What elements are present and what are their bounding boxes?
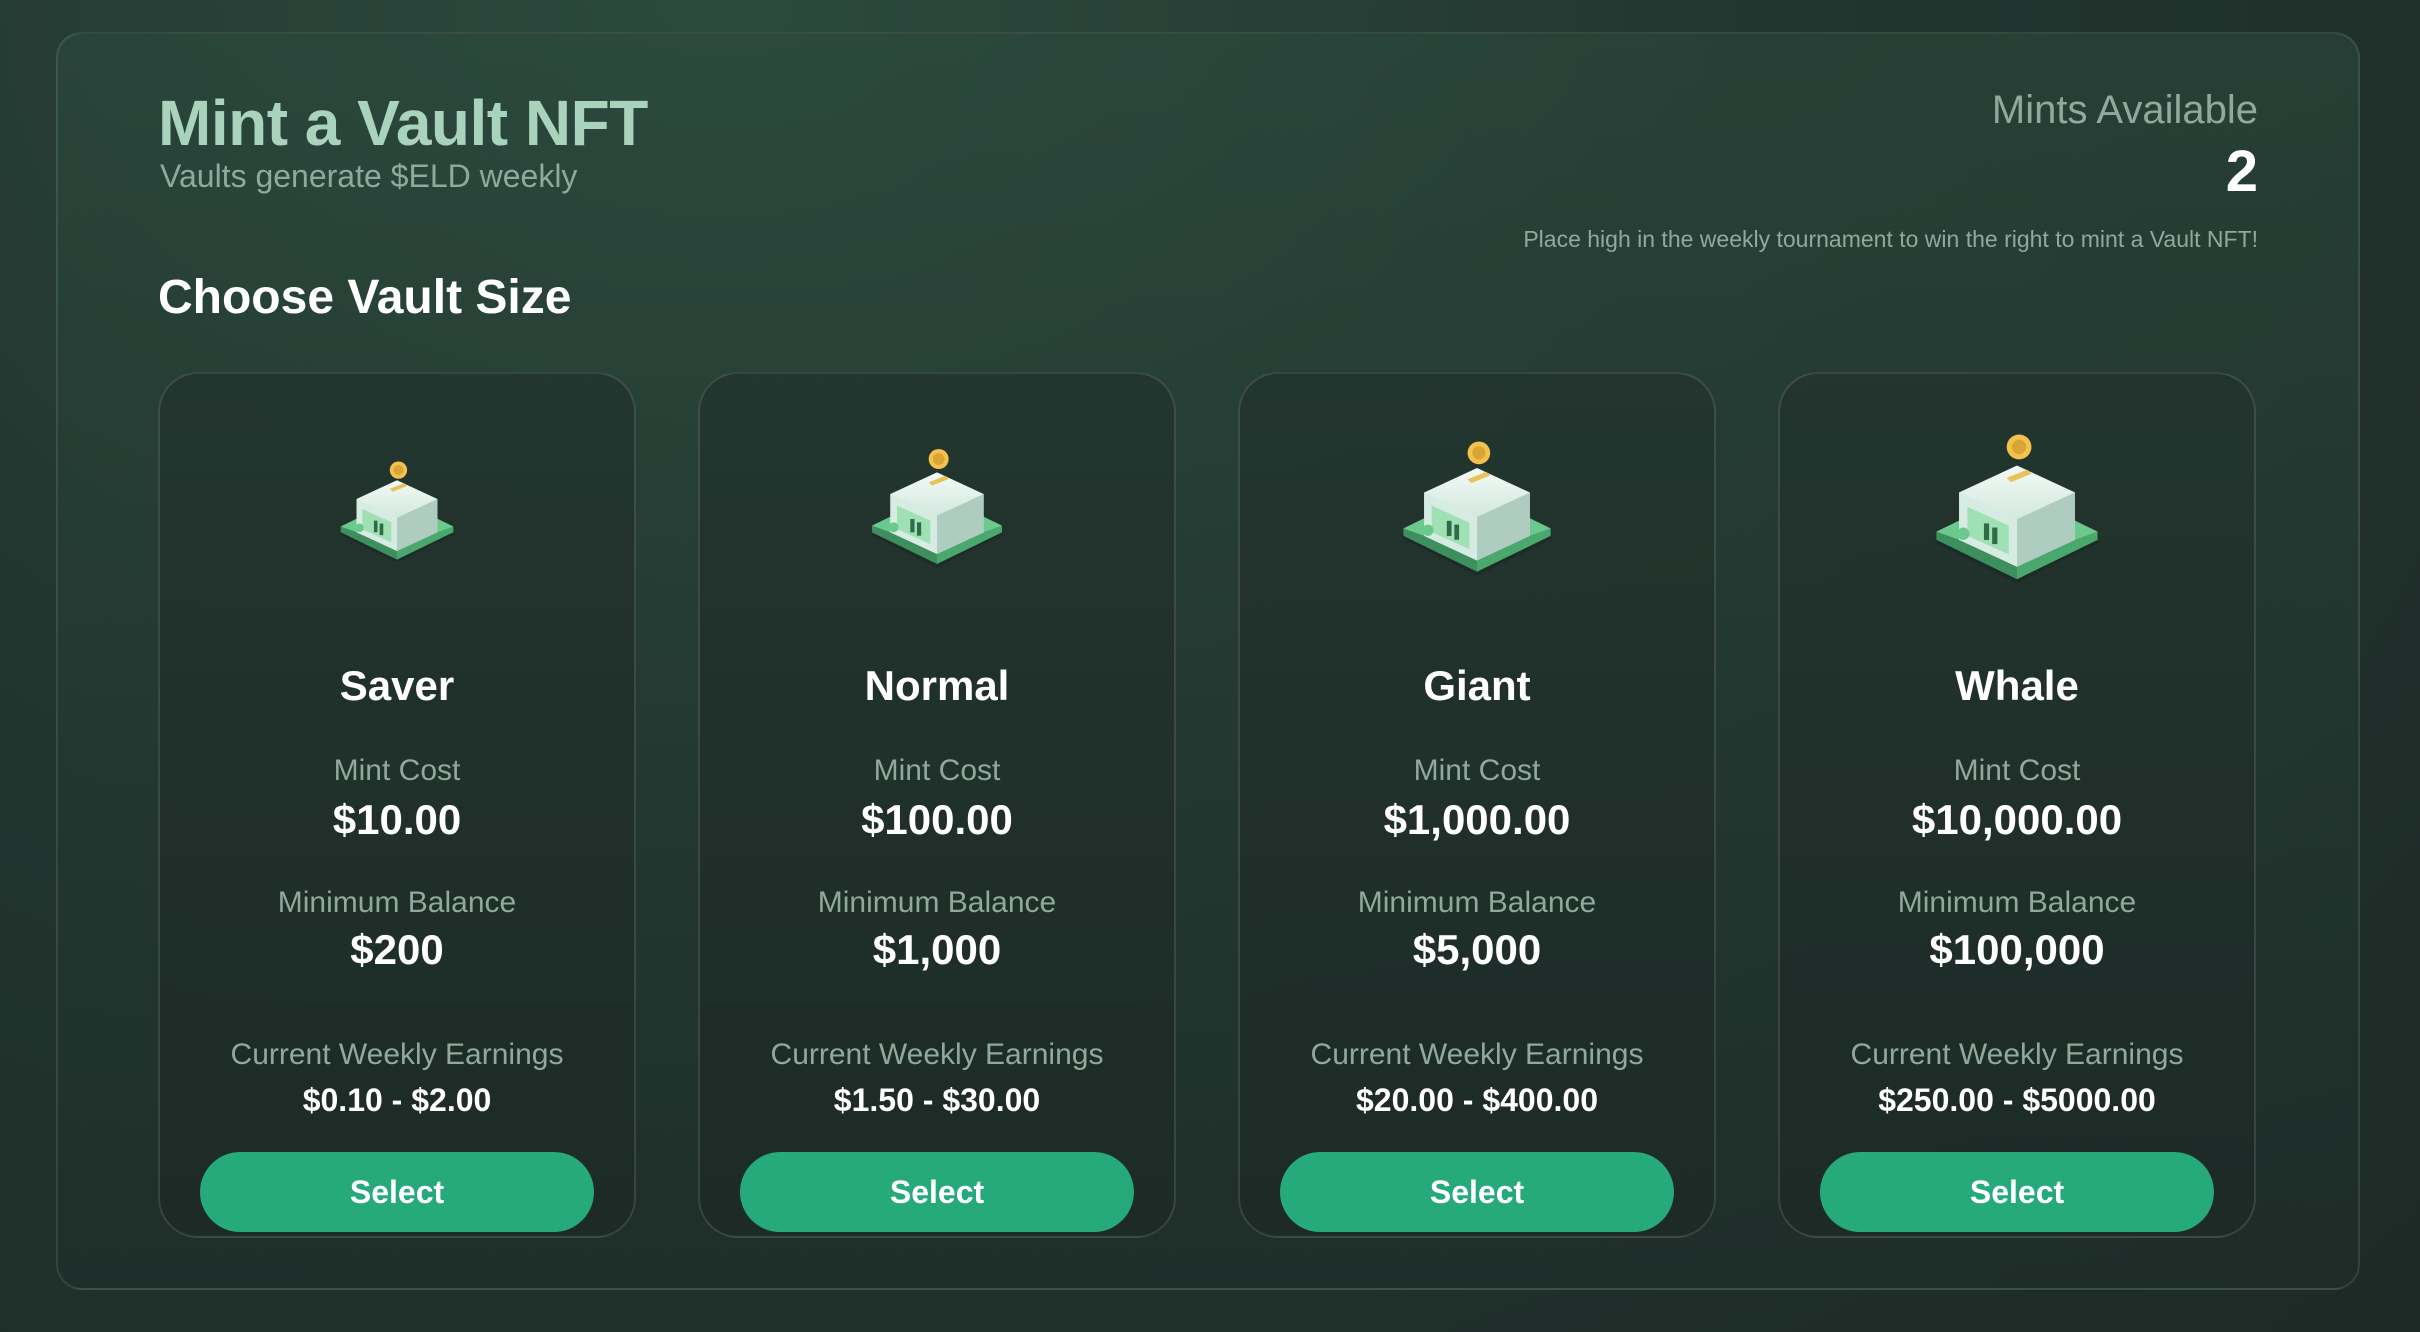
section-title: Choose Vault Size [158, 271, 572, 324]
weekly-earnings-value: $0.10 - $2.00 [302, 1082, 492, 1118]
mint-cost-label: Mint Cost [1413, 754, 1541, 787]
select-normal-button[interactable]: Select [740, 1152, 1134, 1232]
mint-vault-panel: Mint a Vault NFT Vaults generate $ELD we… [56, 32, 2360, 1290]
vault-card-giant: Giant Mint Cost $1,000.00 Minimum Balanc… [1238, 372, 1716, 1238]
weekly-earnings-value: $250.00 - $5000.00 [1878, 1082, 2156, 1118]
minimum-balance-label: Minimum Balance [277, 886, 517, 919]
minimum-balance-value: $5,000 [1412, 926, 1542, 973]
vault-safe-icon [870, 449, 1004, 568]
vault-name: Whale [1955, 662, 2079, 709]
vault-cards: Saver Mint Cost $10.00 Minimum Balance $… [158, 372, 2256, 1238]
minimum-balance-value: $200 [350, 926, 444, 973]
vault-card-normal: Normal Mint Cost $100.00 Minimum Balance… [698, 372, 1176, 1238]
mints-available-note: Place high in the weekly tournament to w… [1523, 226, 2258, 252]
vault-name: Normal [864, 662, 1010, 709]
weekly-earnings-label: Current Weekly Earnings [230, 1038, 564, 1071]
page-title: Mint a Vault NFT [158, 87, 648, 159]
minimum-balance-label: Minimum Balance [1357, 886, 1597, 919]
weekly-earnings-value: $1.50 - $30.00 [833, 1082, 1041, 1118]
mint-cost-label: Mint Cost [873, 754, 1001, 787]
vault-card-saver: Saver Mint Cost $10.00 Minimum Balance $… [158, 372, 636, 1238]
vault-name: Giant [1423, 662, 1531, 709]
vault-safe-icon [339, 461, 455, 563]
mint-cost-value: $100.00 [861, 796, 1013, 843]
weekly-earnings-label: Current Weekly Earnings [1850, 1038, 2184, 1071]
vault-card-whale: Whale Mint Cost $10,000.00 Minimum Balan… [1778, 372, 2256, 1238]
weekly-earnings-label: Current Weekly Earnings [770, 1038, 1104, 1071]
select-giant-button[interactable]: Select [1280, 1152, 1674, 1232]
select-saver-button[interactable]: Select [200, 1152, 594, 1232]
vault-safe-icon [1401, 441, 1553, 576]
minimum-balance-value: $1,000 [872, 926, 1002, 973]
minimum-balance-value: $100,000 [1929, 926, 2105, 973]
vault-name: Saver [339, 662, 455, 709]
select-whale-button[interactable]: Select [1820, 1152, 2214, 1232]
weekly-earnings-value: $20.00 - $400.00 [1356, 1082, 1598, 1118]
mint-cost-label: Mint Cost [333, 754, 461, 787]
minimum-balance-label: Minimum Balance [1897, 886, 2137, 919]
minimum-balance-label: Minimum Balance [817, 886, 1057, 919]
mint-cost-value: $10,000.00 [1911, 796, 2123, 843]
mint-cost-label: Mint Cost [1953, 754, 2081, 787]
mints-available-count: 2 [2225, 139, 2258, 204]
weekly-earnings-label: Current Weekly Earnings [1310, 1038, 1644, 1071]
mint-cost-value: $1,000.00 [1383, 796, 1571, 843]
vault-safe-icon [1934, 434, 2100, 584]
mints-available-label: Mints Available [1991, 88, 2258, 132]
page-subtitle: Vaults generate $ELD weekly [160, 158, 578, 194]
mint-cost-value: $10.00 [332, 796, 462, 843]
